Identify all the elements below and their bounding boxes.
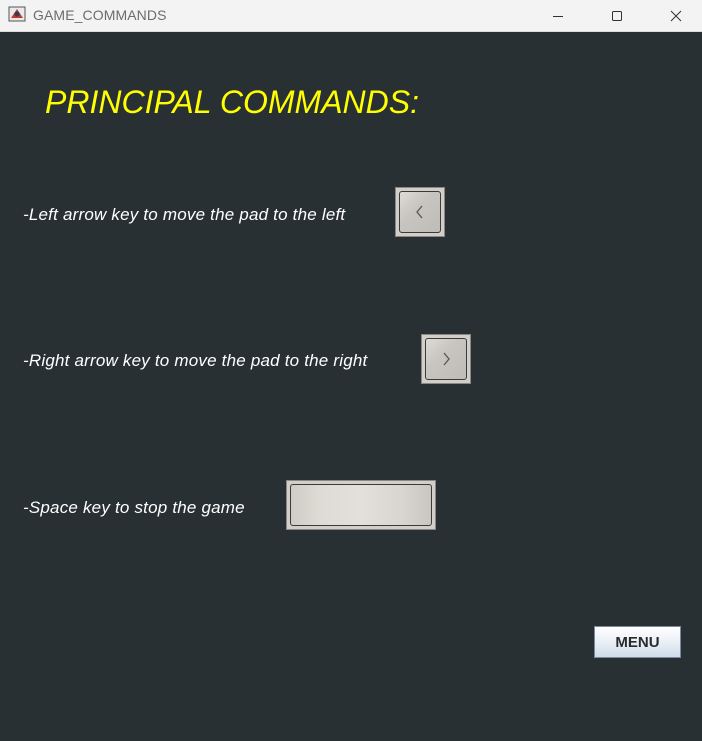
left-command-label: -Left arrow key to move the pad to the l… — [23, 205, 346, 224]
maximize-icon[interactable] — [594, 0, 640, 32]
window-titlebar: GAME_COMMANDS — [0, 0, 702, 32]
window-title: GAME_COMMANDS — [33, 7, 167, 23]
java-app-icon — [8, 5, 26, 23]
left-arrow-key-icon — [395, 187, 445, 237]
right-command-label: -Right arrow key to move the pad to the … — [23, 351, 368, 370]
space-command-label: -Space key to stop the game — [23, 498, 245, 517]
space-key-icon — [286, 480, 436, 530]
menu-button[interactable]: MENU — [594, 626, 681, 658]
close-icon[interactable] — [653, 0, 699, 32]
right-arrow-key-icon — [421, 334, 471, 384]
minimize-icon[interactable] — [535, 0, 581, 32]
page-title: PRINCIPAL COMMANDS: — [45, 84, 419, 120]
commands-panel: PRINCIPAL COMMANDS: -Left arrow key to m… — [0, 33, 702, 741]
